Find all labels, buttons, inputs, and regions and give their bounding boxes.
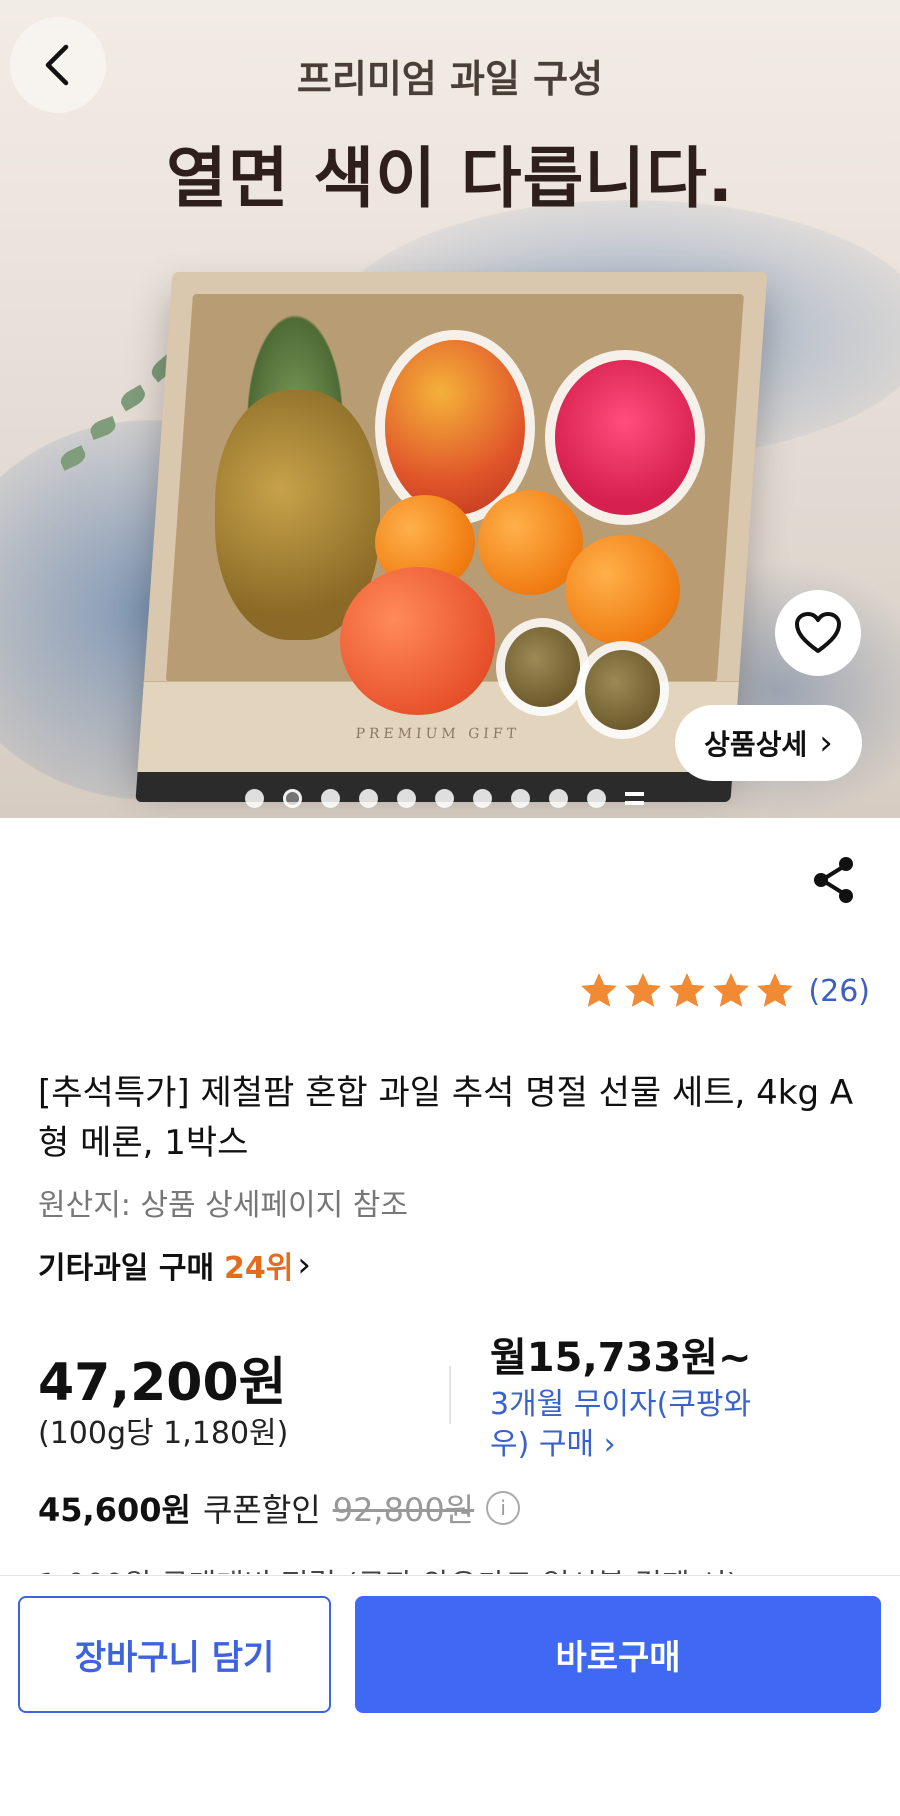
orange [565, 535, 680, 645]
star-icon [713, 973, 750, 1007]
eucalyptus-leaf [117, 384, 149, 412]
sale-price: 47,200원 [38, 1353, 287, 1413]
add-to-cart-button[interactable]: 장바구니 담기 [18, 1596, 331, 1713]
kiwi [505, 627, 580, 707]
bottom-action-bar: 장바구니 담기 바로구매 [0, 1575, 900, 1816]
carousel-more-icon[interactable] [625, 789, 644, 808]
product-detail-button[interactable]: 상품상세 › [675, 705, 862, 781]
wishlist-button[interactable] [775, 590, 861, 676]
product-origin: 원산지: 상품 상세페이지 참조 [38, 1188, 408, 1223]
star-icon [757, 973, 794, 1007]
chevron-right-icon: › [819, 723, 833, 763]
reward-text: 1,000원 구매대비 적립 (쿠팡 와우카드 일시불 결제 시) [38, 1560, 738, 1574]
category-rank-link[interactable]: 기타과일 구매 24위 › [38, 1243, 311, 1287]
carousel-dot[interactable] [511, 789, 530, 808]
coupon-price: 45,600원 [38, 1491, 191, 1529]
chevron-left-icon [45, 44, 69, 86]
product-image-carousel[interactable]: PREMIUM GIFT 프리미엄 과일 구성 열면 색이 다릅니다. 상품상세… [0, 0, 900, 818]
info-icon[interactable]: i [486, 1491, 521, 1525]
unit-price: (100g당 1,180원) [38, 1416, 289, 1451]
grapefruit [340, 567, 495, 715]
hero-title: 열면 색이 다릅니다. [166, 140, 734, 217]
carousel-dot[interactable] [245, 789, 264, 808]
rank-prefix: 기타과일 구매 [38, 1251, 215, 1286]
carousel-dot[interactable] [549, 789, 568, 808]
chevron-right-icon: › [297, 1245, 312, 1285]
product-detail-label: 상품상세 [704, 728, 808, 761]
carousel-indicator [245, 789, 644, 808]
rating-summary[interactable]: (26) [578, 970, 870, 1012]
heart-icon [795, 612, 841, 653]
star-icon [625, 973, 662, 1007]
hero-subtitle: 프리미엄 과일 구성 [296, 57, 604, 101]
rank-value: 24위 [224, 1251, 294, 1286]
carousel-dot[interactable] [435, 789, 454, 808]
monthly-price: 월15,733원~ [490, 1335, 752, 1381]
carousel-dot[interactable] [587, 789, 606, 808]
carousel-dot[interactable] [473, 789, 492, 808]
kiwi [585, 650, 660, 730]
review-count[interactable]: (26) [808, 974, 870, 1009]
coupon-label: 쿠폰할인 [202, 1491, 321, 1529]
installment-link[interactable]: 3개월 무이자(쿠팡와우) 구매 › [490, 1385, 790, 1465]
carousel-dot[interactable] [397, 789, 416, 808]
back-button[interactable] [10, 17, 106, 113]
buy-now-button[interactable]: 바로구매 [355, 1596, 881, 1713]
share-button[interactable] [810, 855, 858, 905]
carousel-dot[interactable] [359, 789, 378, 808]
box-label: PREMIUM GIFT [354, 726, 521, 742]
share-icon [814, 857, 853, 903]
price-divider [449, 1366, 451, 1424]
product-title: [추석특가] 제철팜 혼합 과일 추석 명절 선물 세트, 4kg A형 메론,… [38, 1073, 854, 1163]
star-icon [581, 973, 618, 1007]
original-price: 92,800원 [332, 1491, 475, 1529]
coupon-price-row: 45,600원 쿠폰할인 92,800원 i [38, 1485, 521, 1531]
mango [385, 340, 525, 515]
carousel-dot[interactable] [321, 789, 340, 808]
dragon-fruit [555, 360, 695, 515]
carousel-dot-active[interactable] [283, 789, 302, 808]
star-icon [669, 973, 706, 1007]
